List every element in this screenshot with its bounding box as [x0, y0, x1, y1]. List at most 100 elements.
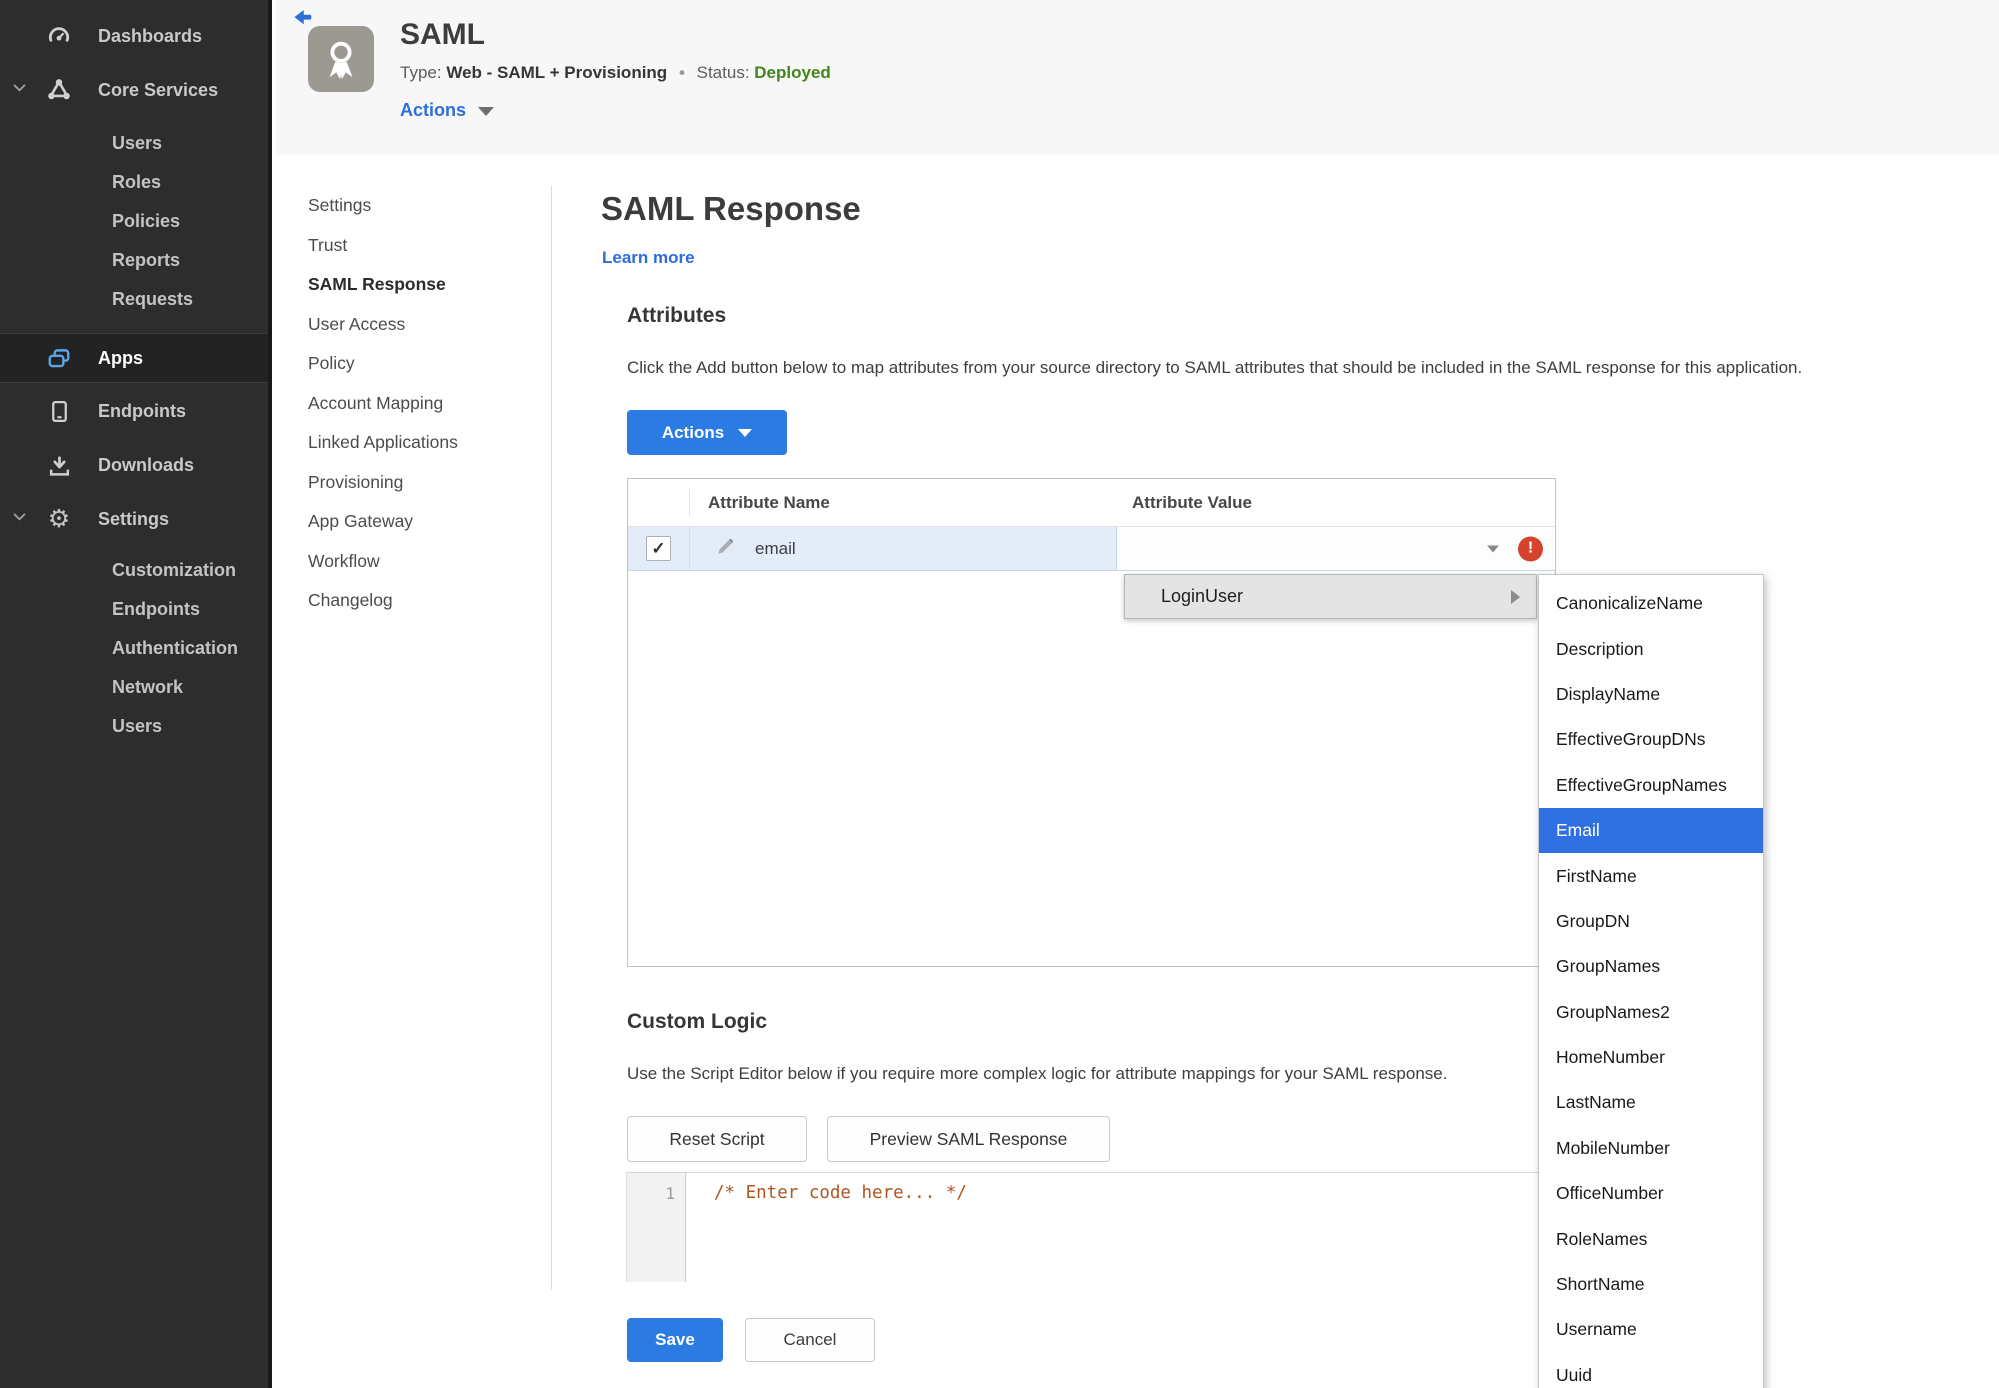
- menu-option[interactable]: EffectiveGroupNames: [1539, 763, 1763, 808]
- menu-option[interactable]: HomeNumber: [1539, 1035, 1763, 1080]
- tab-trust[interactable]: Trust: [308, 226, 533, 266]
- sidebar-item-downloads[interactable]: Downloads: [0, 439, 268, 491]
- attributes-table: Attribute Name Attribute Value ✓ email !: [627, 478, 1556, 967]
- preview-saml-response-button[interactable]: Preview SAML Response: [827, 1116, 1110, 1162]
- script-editor: 1 /* Enter code here... */: [626, 1172, 1556, 1282]
- app-title: SAML: [400, 18, 485, 51]
- status-label: Status:: [696, 63, 750, 82]
- error-icon: !: [1518, 536, 1543, 561]
- sidebar-item-label: Endpoints: [98, 400, 186, 421]
- attributes-heading: Attributes: [627, 304, 727, 327]
- tab-policy[interactable]: Policy: [308, 344, 533, 384]
- sidebar-item-network[interactable]: Network: [0, 668, 268, 707]
- app-logo: [308, 26, 374, 92]
- checkmark-icon: ✓: [651, 538, 666, 558]
- tab-account-mapping[interactable]: Account Mapping: [308, 384, 533, 424]
- sidebar-item-requests[interactable]: Requests: [0, 280, 268, 319]
- custom-logic-heading: Custom Logic: [627, 1010, 767, 1033]
- sidebar: Dashboards Core Services Users Roles Pol…: [0, 0, 272, 1388]
- core-services-icon: [46, 77, 72, 103]
- sidebar-item-authentication[interactable]: Authentication: [0, 629, 268, 668]
- sidebar-item-label: Core Services: [98, 79, 219, 100]
- sidebar-item-customization[interactable]: Customization: [0, 551, 268, 590]
- editor-line-number: 1: [627, 1173, 686, 1282]
- tab-settings[interactable]: Settings: [308, 186, 533, 226]
- sidebar-item-label: Dashboards: [98, 25, 203, 46]
- menu-option[interactable]: GroupNames2: [1539, 990, 1763, 1035]
- menu-option[interactable]: MobileNumber: [1539, 1126, 1763, 1171]
- menu-option[interactable]: EffectiveGroupDNs: [1539, 717, 1763, 762]
- sidebar-item-settings-users[interactable]: Users: [0, 707, 268, 746]
- value-menu-loginuser[interactable]: LoginUser: [1124, 574, 1537, 619]
- menu-option[interactable]: RoleNames: [1539, 1216, 1763, 1261]
- app-header: SAML Type: Web - SAML + Provisioning • S…: [276, 0, 1999, 155]
- table-header: Attribute Name Attribute Value: [628, 479, 1555, 527]
- chevron-down-icon: [11, 79, 28, 101]
- menu-option[interactable]: OfficeNumber: [1539, 1171, 1763, 1216]
- caret-down-icon: [1487, 545, 1499, 552]
- sidebar-item-reports[interactable]: Reports: [0, 241, 268, 280]
- type-value: Web - SAML + Provisioning: [446, 63, 668, 82]
- menu-option[interactable]: GroupNames: [1539, 944, 1763, 989]
- app-window: Dashboards Core Services Users Roles Pol…: [0, 0, 1999, 1388]
- type-label: Type:: [400, 63, 442, 82]
- menu-option[interactable]: DisplayName: [1539, 672, 1763, 717]
- value-submenu: CanonicalizeName Description DisplayName…: [1538, 574, 1764, 1388]
- sidebar-item-settings[interactable]: ⚙ Settings: [0, 493, 268, 545]
- sidebar-item-users[interactable]: Users: [0, 124, 268, 163]
- menu-option[interactable]: Description: [1539, 626, 1763, 671]
- submenu-arrow-icon: [1511, 589, 1520, 604]
- tab-linked-applications[interactable]: Linked Applications: [308, 423, 533, 463]
- save-button[interactable]: Save: [627, 1318, 723, 1362]
- sidebar-item-apps-active[interactable]: Apps: [0, 333, 268, 383]
- sidebar-item-settings-endpoints[interactable]: Endpoints: [0, 590, 268, 629]
- nav-divider: [551, 186, 552, 1290]
- gear-icon: ⚙: [47, 504, 71, 533]
- select-column-header: [628, 479, 690, 526]
- reset-script-button[interactable]: Reset Script: [627, 1116, 807, 1162]
- app-meta: Type: Web - SAML + Provisioning • Status…: [400, 63, 831, 83]
- row-checkbox[interactable]: ✓: [646, 536, 671, 561]
- sidebar-item-label: Settings: [98, 508, 170, 529]
- cancel-button[interactable]: Cancel: [745, 1318, 875, 1362]
- table-row[interactable]: ✓ email !: [628, 527, 1555, 571]
- settings-submenu: Customization Endpoints Authentication N…: [0, 551, 268, 746]
- chevron-down-icon: [11, 508, 28, 530]
- menu-option[interactable]: Uuid: [1539, 1353, 1763, 1388]
- sidebar-item-endpoints[interactable]: Endpoints: [0, 385, 268, 437]
- sidebar-item-policies[interactable]: Policies: [0, 202, 268, 241]
- menu-option-selected[interactable]: Email: [1539, 807, 1763, 854]
- header-actions-menu[interactable]: Actions: [400, 100, 495, 121]
- caret-down-icon: [738, 428, 753, 437]
- tab-workflow[interactable]: Workflow: [308, 542, 533, 582]
- menu-option[interactable]: GroupDN: [1539, 899, 1763, 944]
- menu-option[interactable]: FirstName: [1539, 853, 1763, 898]
- menu-option[interactable]: CanonicalizeName: [1539, 581, 1763, 626]
- tab-app-gateway[interactable]: App Gateway: [308, 502, 533, 542]
- attribute-value-dropdown[interactable]: !: [1116, 527, 1555, 570]
- menu-option[interactable]: LastName: [1539, 1080, 1763, 1125]
- separator-dot: •: [678, 63, 685, 82]
- edit-pencil-icon[interactable]: [716, 537, 735, 561]
- attributes-actions-button[interactable]: Actions: [627, 410, 787, 455]
- column-header-attribute-name: Attribute Name: [708, 492, 830, 512]
- tab-saml-response[interactable]: SAML Response: [308, 265, 533, 305]
- editor-code-area[interactable]: /* Enter code here... */: [686, 1173, 1556, 1282]
- menu-option[interactable]: Username: [1539, 1307, 1763, 1352]
- tab-user-access[interactable]: User Access: [308, 305, 533, 345]
- tab-changelog[interactable]: Changelog: [308, 581, 533, 621]
- apps-icon: [46, 345, 72, 371]
- tab-provisioning[interactable]: Provisioning: [308, 463, 533, 503]
- sidebar-item-roles[interactable]: Roles: [0, 163, 268, 202]
- sidebar-item-label: Apps: [98, 347, 143, 368]
- status-badge: Deployed: [754, 63, 831, 82]
- menu-option[interactable]: ShortName: [1539, 1262, 1763, 1307]
- caret-down-icon: [478, 107, 495, 116]
- column-header-attribute-value: Attribute Value: [1132, 492, 1252, 512]
- sidebar-item-dashboards[interactable]: Dashboards: [0, 14, 268, 58]
- dashboard-icon: [46, 23, 72, 49]
- learn-more-link[interactable]: Learn more: [602, 248, 695, 268]
- sidebar-item-core-services[interactable]: Core Services: [0, 68, 268, 112]
- download-icon: [46, 452, 72, 478]
- core-services-submenu: Users Roles Policies Reports Requests: [0, 124, 268, 319]
